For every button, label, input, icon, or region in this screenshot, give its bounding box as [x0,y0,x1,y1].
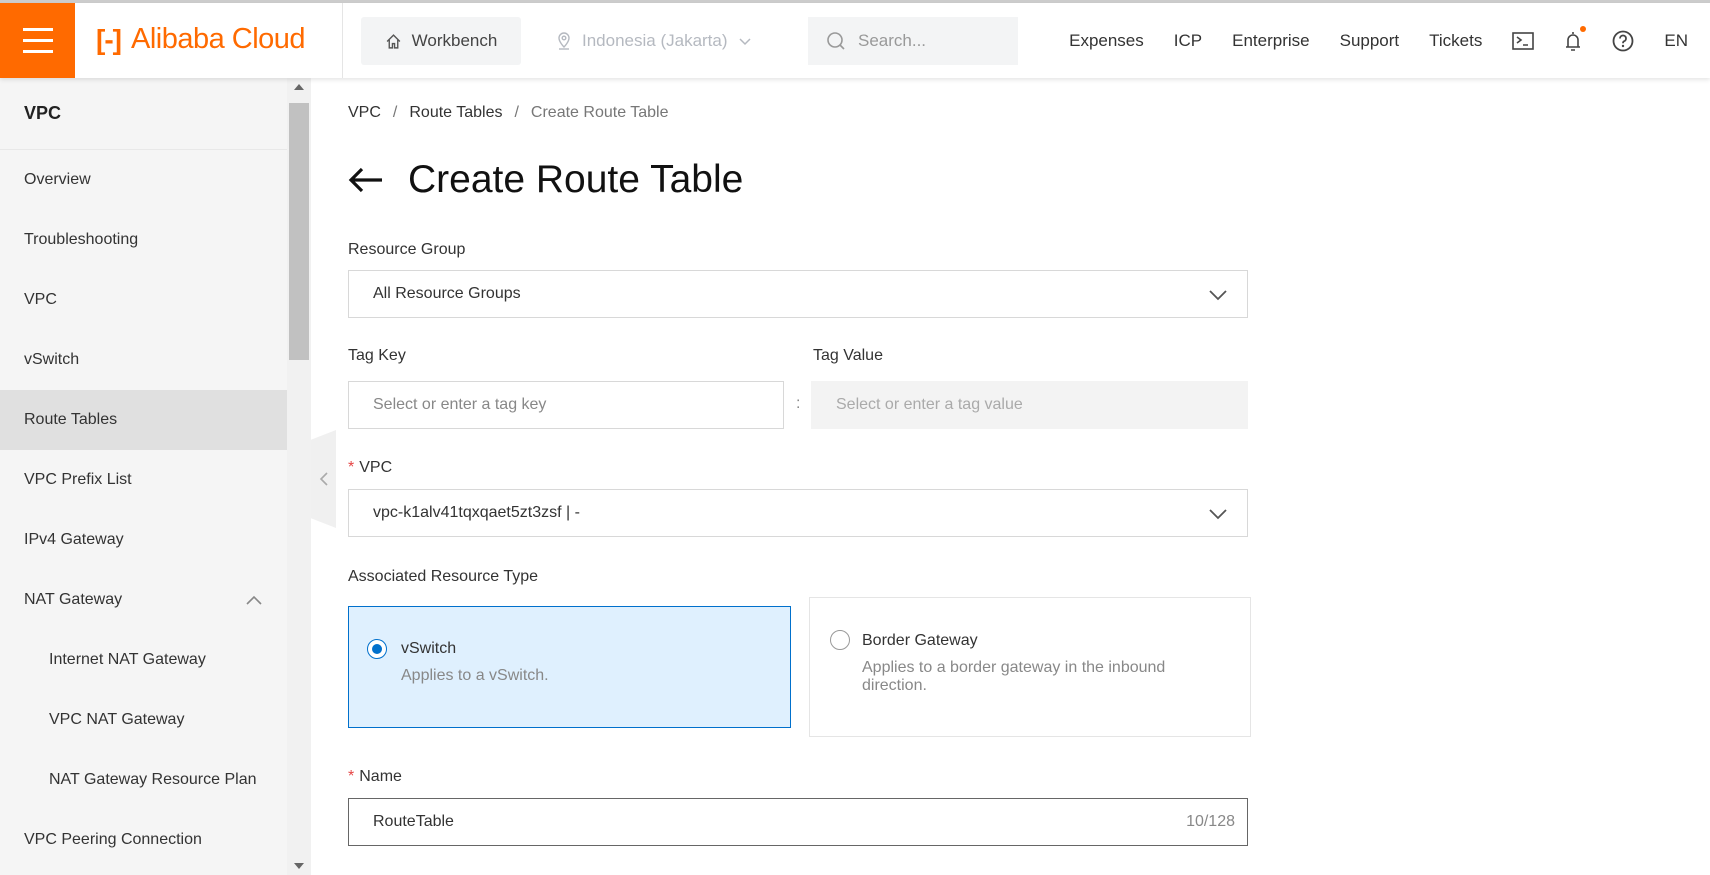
tag-key-placeholder: Select or enter a tag key [373,396,547,413]
resource-group-label: Resource Group [348,241,466,258]
sidebar-item-label: Route Tables [24,411,118,428]
chevron-up-icon [246,595,262,605]
home-icon [386,33,401,49]
breadcrumb-route-tables[interactable]: Route Tables [409,104,502,122]
breadcrumb-vpc[interactable]: VPC [348,104,381,122]
sidebar-item-label: VPC NAT Gateway [49,711,185,728]
sidebar-item-label: VPC Prefix List [24,471,132,488]
nav-enterprise[interactable]: Enterprise [1232,31,1309,51]
sidebar-collapse-handle[interactable] [311,430,336,528]
region-label: Indonesia (Jakarta) [582,31,728,50]
nav-tickets[interactable]: Tickets [1429,31,1482,51]
sidebar-item-label: NAT Gateway [24,591,123,608]
resource-group-value: All Resource Groups [373,285,521,302]
back-arrow-icon[interactable] [348,167,384,193]
sidebar-title: VPC [0,78,287,150]
vswitch-title: vSwitch [401,640,457,657]
name-value: RouteTable [373,813,454,830]
sidebar-item-label: Troubleshooting [24,231,139,248]
border-gateway-radio[interactable] [830,630,850,650]
sidebar-item-nat-gateway[interactable]: NAT Gateway [0,570,287,630]
chevron-down-icon [739,38,751,46]
chevron-down-icon [1209,509,1227,520]
sidebar-item-label: vSwitch [24,351,80,368]
tag-value-placeholder: Select or enter a tag value [836,396,1023,413]
sidebar-item-vpc[interactable]: VPC [0,270,287,330]
nav-support[interactable]: Support [1340,31,1400,51]
scroll-up-arrow-icon[interactable] [294,84,304,90]
character-counter: 10/128 [1186,813,1235,830]
brand-name: Alibaba Cloud [130,23,306,55]
location-pin-icon [558,32,570,50]
vswitch-description: Applies to a vSwitch. [401,667,549,684]
terminal-icon[interactable] [1512,32,1535,50]
border-gateway-description: Applies to a border gateway in the inbou… [862,659,1166,694]
breadcrumb-separator: / [392,104,398,121]
sidebar-item-vpc-nat-gateway[interactable]: VPC NAT Gateway [0,690,287,750]
page-title: Create Route Table [408,158,744,201]
sidebar-item-label: Internet NAT Gateway [49,651,206,668]
divider [342,3,343,78]
workbench-button[interactable]: Workbench [361,17,521,65]
name-label-text: Name [359,768,402,785]
search-input[interactable]: Search... [808,17,1018,65]
name-label: * Name [348,768,402,786]
resource-group-select[interactable]: All Resource Groups [348,270,1248,318]
sidebar-item-vswitch[interactable]: vSwitch [0,330,287,390]
sidebar-item-route-tables[interactable]: Route Tables [0,390,287,450]
tag-key-label: Tag Key [348,347,406,364]
help-icon[interactable] [1612,30,1634,52]
scroll-down-arrow-icon[interactable] [294,863,304,869]
vpc-select[interactable]: vpc-k1alv41tqxqaet5zt3zsf | - [348,489,1248,537]
alibaba-cloud-logo[interactable]: [-] Alibaba Cloud [96,23,306,56]
notification-dot [1580,26,1587,32]
vpc-label: * VPC [348,459,392,477]
top-nav-links: Expenses ICP Enterprise Support Tickets … [1069,17,1710,65]
sidebar-item-overview[interactable]: Overview [0,150,287,210]
search-icon [827,32,845,50]
search-placeholder: Search... [858,31,927,50]
tag-key-input[interactable]: Select or enter a tag key [348,381,784,429]
sidebar-item-label: IPv4 Gateway [24,531,124,548]
sidebar-item-internet-nat-gateway[interactable]: Internet NAT Gateway [0,630,287,690]
resource-type-vswitch-card[interactable]: vSwitch Applies to a vSwitch. [348,606,791,728]
chevron-left-icon [319,472,328,486]
sidebar-item-nat-gateway-resource-plan[interactable]: NAT Gateway Resource Plan [0,750,287,810]
sidebar-item-vpc-prefix-list[interactable]: VPC Prefix List [0,450,287,510]
workbench-label: Workbench [411,31,498,50]
tag-value-label: Tag Value [813,347,883,364]
vswitch-radio[interactable] [367,639,387,659]
language-switch[interactable]: EN [1664,31,1688,51]
menu-button[interactable] [0,3,75,78]
resource-type-border-gateway-card[interactable]: Border Gateway Applies to a border gatew… [809,597,1251,737]
breadcrumb-separator: / [514,104,519,121]
page-header: Create Route Table [348,158,743,202]
vpc-label-text: VPC [359,459,393,476]
sidebar-item-troubleshooting[interactable]: Troubleshooting [0,210,287,270]
vpc-value: vpc-k1alv41tqxqaet5zt3zsf | - [373,504,580,521]
sidebar-item-label: NAT Gateway Resource Plan [49,771,257,788]
chevron-down-icon [1209,290,1227,301]
bell-icon[interactable] [1564,26,1587,52]
tag-value-input[interactable]: Select or enter a tag value [811,381,1248,429]
sidebar-item-label: VPC Peering Connection [24,831,202,848]
border-gateway-title: Border Gateway [862,632,978,649]
nav-expenses[interactable]: Expenses [1069,31,1144,51]
sidebar-item-label: Overview [24,171,91,188]
sidebar-item-label: VPC [24,291,57,308]
sidebar: VPC Overview Troubleshooting VPC vSwitch… [0,78,287,875]
sidebar-item-ipv4-gateway[interactable]: IPv4 Gateway [0,510,287,570]
sidebar-item-vpc-peering-connection[interactable]: VPC Peering Connection [0,810,287,870]
name-input[interactable]: RouteTable 10/128 [348,798,1248,846]
scrollbar-thumb[interactable] [289,103,309,360]
required-asterisk: * [348,459,355,476]
breadcrumb-current: Create Route Table [530,104,669,121]
required-asterisk: * [348,768,355,785]
breadcrumb: VPC / Route Tables / Create Route Table [348,104,669,122]
region-selector[interactable]: Indonesia (Jakarta) [556,17,752,65]
nav-icp[interactable]: ICP [1174,31,1202,51]
associated-resource-type-label: Associated Resource Type [348,568,539,585]
tag-separator: : [796,395,801,412]
top-navbar: [-] Alibaba Cloud Workbench Indonesia (Ja… [0,3,1710,78]
